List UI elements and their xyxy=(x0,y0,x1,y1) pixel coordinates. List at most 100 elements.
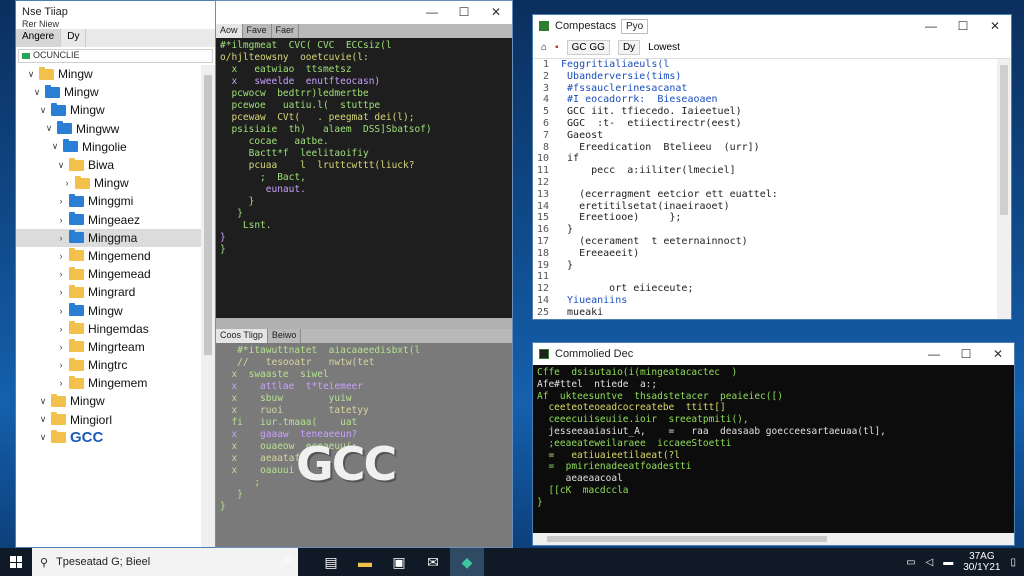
tree-item[interactable]: › Minggmi xyxy=(16,192,201,210)
chevron-icon[interactable]: › xyxy=(56,306,66,316)
chevron-icon[interactable]: ∨ xyxy=(38,396,48,407)
volume-icon[interactable]: ◁ xyxy=(926,557,934,568)
tree-item-label: Mingtrc xyxy=(88,358,128,373)
taskbar-search[interactable]: ⚲ Tpeseatad G; Bieel xyxy=(32,548,298,576)
cmd-output[interactable]: Cffe dsisutaio(i(mingeatacactec ) Afe#tte… xyxy=(533,365,1014,511)
tree-item[interactable]: ∨ Mingw xyxy=(16,65,201,83)
chevron-icon[interactable]: › xyxy=(56,360,66,370)
store-icon[interactable]: ▣ xyxy=(382,548,416,576)
explorer-tab-0[interactable]: Angere xyxy=(16,29,62,47)
tree-item[interactable]: › Mingtrc xyxy=(16,356,201,374)
tree-item[interactable]: › Mingw xyxy=(16,174,201,192)
ide-title-tab[interactable]: Pyo xyxy=(621,18,649,34)
minimize-icon[interactable]: — xyxy=(416,1,448,23)
cmd-horizontal-scrollbar[interactable] xyxy=(533,533,1014,545)
tree-item[interactable]: ∨ Mingw xyxy=(16,83,201,101)
code-line: eunaut. xyxy=(220,184,306,195)
chevron-icon[interactable]: › xyxy=(62,178,72,188)
chevron-icon[interactable]: ∨ xyxy=(44,123,54,134)
close-icon[interactable]: ✕ xyxy=(480,1,512,23)
tree-item[interactable]: ∨ GCC xyxy=(16,429,201,447)
chevron-icon[interactable]: › xyxy=(56,269,66,279)
home-icon[interactable]: ⌂ xyxy=(541,42,547,53)
tree-item[interactable]: › Mingrteam xyxy=(16,338,201,356)
mail-icon[interactable]: ✉ xyxy=(416,548,450,576)
code-line: = pmirienadeeatfoadestti xyxy=(537,461,692,473)
ide-titlebar[interactable]: Compestacs Pyo — ☐ ✕ xyxy=(533,15,1011,37)
chevron-icon[interactable]: › xyxy=(56,378,66,388)
close-icon[interactable]: ✕ xyxy=(979,15,1011,37)
pane-splitter[interactable] xyxy=(216,318,512,329)
explorer-address-bar[interactable]: OCUNCLIE xyxy=(18,49,213,63)
explorer-scrollbar[interactable] xyxy=(201,65,215,547)
toolbar-button-1[interactable]: Dy xyxy=(617,40,641,55)
editor-tab-2[interactable]: Faer xyxy=(272,24,300,38)
maximize-icon[interactable]: ☐ xyxy=(947,15,979,37)
file-explorer-icon[interactable]: ▬ xyxy=(348,548,382,576)
close-icon[interactable]: ✕ xyxy=(982,343,1014,365)
tree-item[interactable]: › Hingemdas xyxy=(16,320,201,338)
ide-scrollbar[interactable] xyxy=(997,59,1011,319)
chevron-icon[interactable]: ∨ xyxy=(50,141,60,152)
notification-icon[interactable]: ▯ xyxy=(1010,557,1016,568)
chevron-icon[interactable]: ∨ xyxy=(38,432,48,443)
cmd-title: Commolied Dec xyxy=(555,348,634,360)
line-number: 2 xyxy=(542,70,549,82)
editor-titlebar[interactable]: — ☐ ✕ xyxy=(216,1,512,23)
explorer-menu[interactable]: Rer Niew xyxy=(16,19,215,29)
maximize-icon[interactable]: ☐ xyxy=(448,1,480,23)
editor-top-code[interactable]: #*ilmgmeat CVC( CVC ECCsiz(l o/hjlteowsny… xyxy=(216,38,512,258)
chevron-icon[interactable]: › xyxy=(56,233,66,243)
chevron-icon[interactable]: › xyxy=(56,215,66,225)
start-button[interactable] xyxy=(0,548,32,576)
chevron-icon[interactable]: ∨ xyxy=(32,87,42,98)
tree-item[interactable]: › Mingw xyxy=(16,301,201,319)
tree-item[interactable]: › Mingemend xyxy=(16,247,201,265)
chevron-icon[interactable]: › xyxy=(56,342,66,352)
tree-item[interactable]: ∨ Biwa xyxy=(16,156,201,174)
minimize-icon[interactable]: — xyxy=(915,15,947,37)
chevron-icon[interactable]: › xyxy=(56,251,66,261)
tree-item[interactable]: ∨ Mingolie xyxy=(16,138,201,156)
chevron-icon[interactable]: › xyxy=(56,324,66,334)
chevron-icon[interactable]: ∨ xyxy=(26,69,36,80)
chevron-icon[interactable]: › xyxy=(56,287,66,297)
code-line: 12 ort eiieceute; xyxy=(533,283,997,295)
task-view-icon[interactable]: ▤ xyxy=(314,548,348,576)
tree-item[interactable]: ∨ Mingiorl xyxy=(16,411,201,429)
folder-icon xyxy=(57,121,72,135)
tree-item[interactable]: › Mingrard xyxy=(16,283,201,301)
tree-item[interactable]: › Mingemem xyxy=(16,374,201,392)
tree-item[interactable]: › Mingeaez xyxy=(16,211,201,229)
tree-item[interactable]: ∨ Mingw xyxy=(16,101,201,119)
app-taskbar-icon[interactable]: ◆ xyxy=(450,548,484,576)
editor-tab-0[interactable]: Aow xyxy=(216,24,243,38)
network-icon[interactable]: ▭ xyxy=(906,557,915,568)
battery-icon[interactable]: ▬ xyxy=(943,557,953,568)
bottom-tab-1[interactable]: Beiwo xyxy=(268,329,302,343)
tree-item[interactable]: › Minggma xyxy=(16,228,201,247)
clock[interactable]: 37AG 30/1Y21 xyxy=(963,551,1000,573)
explorer-tab-1[interactable]: Dy xyxy=(61,29,87,47)
chevron-icon[interactable]: ∨ xyxy=(38,105,48,116)
tree-item[interactable]: ∨ Mingw xyxy=(16,392,201,410)
taskbar: ⚲ Tpeseatad G; Bieel 🎤︎ ▤ ▬ ▣ ✉ ◆ ▭ ◁ ▬ … xyxy=(0,548,1024,576)
tree-item-label: Biwa xyxy=(88,158,115,173)
chevron-icon[interactable]: ∨ xyxy=(38,414,48,425)
bottom-tab-0[interactable]: Coos Tligp xyxy=(216,329,268,343)
maximize-icon[interactable]: ☐ xyxy=(950,343,982,365)
chevron-icon[interactable]: › xyxy=(56,196,66,206)
tree-item[interactable]: ∨ Mingww xyxy=(16,120,201,138)
tree-item[interactable]: › Mingemead xyxy=(16,265,201,283)
chevron-icon[interactable]: ∨ xyxy=(56,160,66,171)
cmd-titlebar[interactable]: Commolied Dec — ☐ ✕ xyxy=(533,343,1014,365)
ide-code-area[interactable]: 1 Feggritialiaeuls(l 2 Ubanderversie(tims… xyxy=(533,59,997,318)
tool-icon[interactable]: ▪ xyxy=(555,42,559,53)
toolbar-button-2[interactable]: Lowest xyxy=(648,42,680,53)
mic-icon[interactable]: 🎤︎ xyxy=(268,548,302,576)
editor-tab-1[interactable]: Fave xyxy=(243,24,272,38)
toolbar-button-0[interactable]: GC GG xyxy=(566,40,610,55)
editor-bottom-pane[interactable]: Coos Tligp Beiwo #*itawuttnatet aiacaaee… xyxy=(216,329,512,547)
editor-top-pane[interactable]: #*ilmgmeat CVC( CVC ECCsiz(l o/hjlteowsny… xyxy=(216,38,512,318)
minimize-icon[interactable]: — xyxy=(918,343,950,365)
